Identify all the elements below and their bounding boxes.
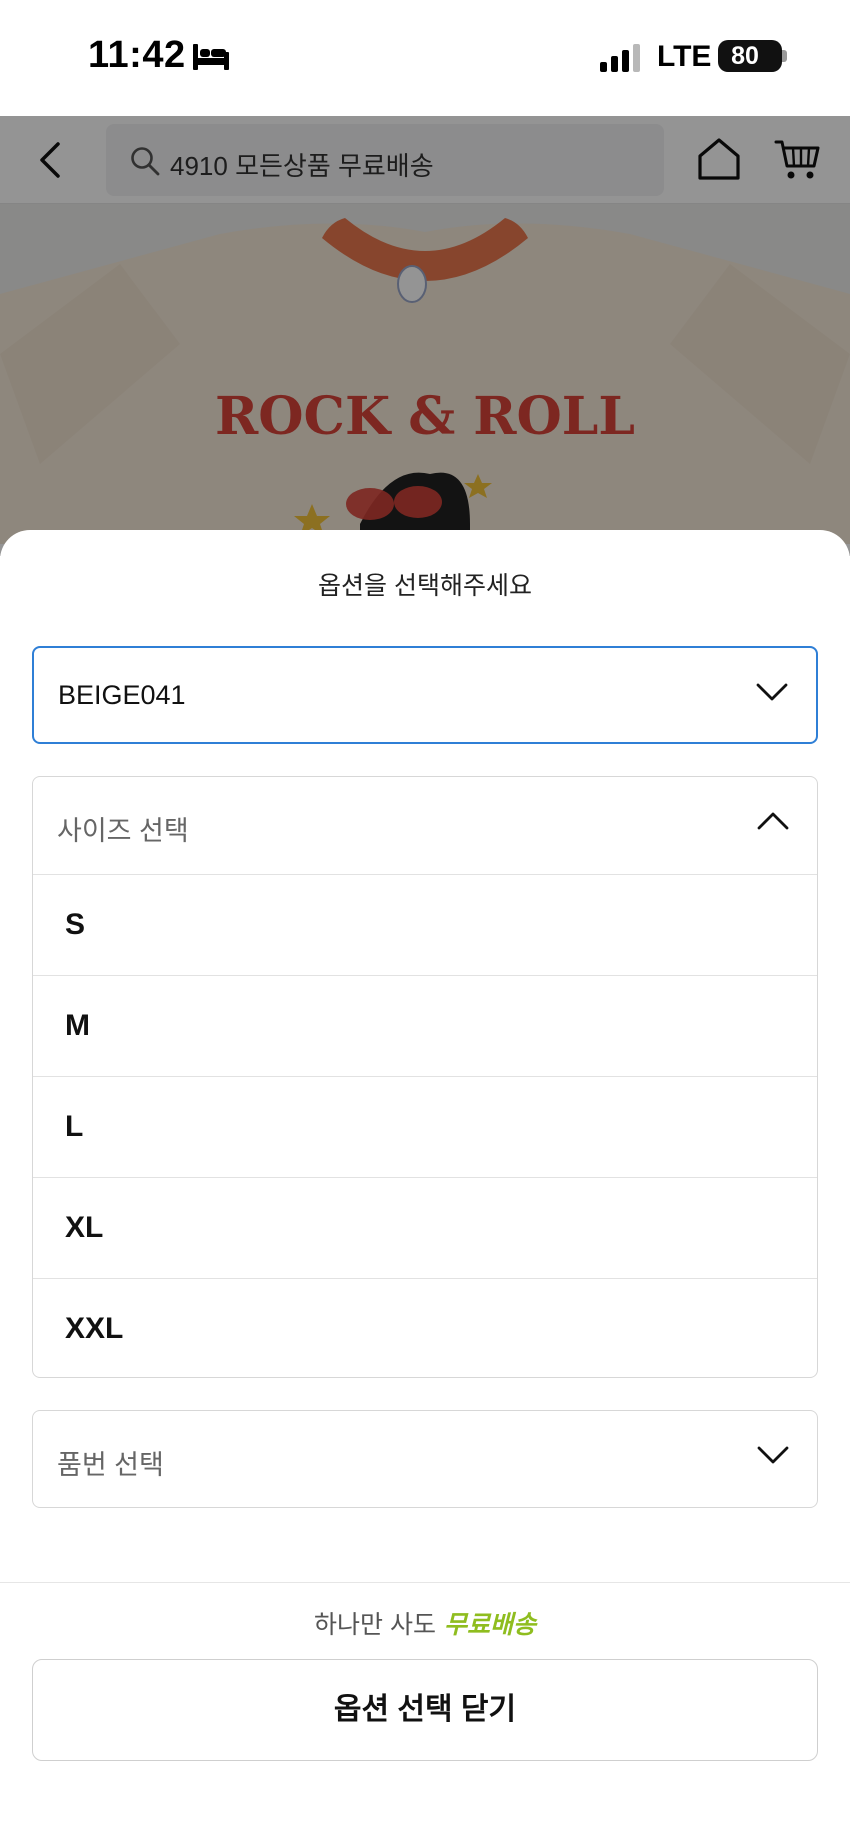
bed-icon <box>193 44 229 70</box>
size-select: 사이즈 선택 S M L XL XXL <box>32 776 818 1378</box>
free-shipping-promo: 하나만 사도 무료배송 <box>0 1605 850 1641</box>
status-bar: 11:42 LTE 80 <box>0 0 850 116</box>
sheet-title: 옵션을 선택해주세요 <box>318 572 532 600</box>
chevron-down-icon <box>757 1446 789 1464</box>
sheet-footer: 하나만 사도 무료배송 옵션 선택 닫기 <box>0 1582 850 1842</box>
item-number-select[interactable]: 품번 선택 <box>32 1410 818 1508</box>
battery-icon: 80 <box>718 40 782 72</box>
size-option-label: M <box>65 1009 90 1042</box>
promo-prefix: 하나만 사도 <box>314 1611 436 1639</box>
battery-tip <box>782 50 787 62</box>
modal-backdrop[interactable] <box>0 116 850 556</box>
size-select-placeholder: 사이즈 선택 <box>57 816 189 846</box>
size-option[interactable]: M <box>33 976 817 1077</box>
size-option-label: XL <box>65 1211 104 1244</box>
close-options-button[interactable]: 옵션 선택 닫기 <box>32 1659 818 1761</box>
size-option-label: XXL <box>65 1312 124 1345</box>
status-time: 11:42 <box>88 34 186 76</box>
color-select-value: BEIGE041 <box>58 680 186 710</box>
battery-level: 80 <box>731 42 759 70</box>
size-option[interactable]: L <box>33 1077 817 1178</box>
size-option[interactable]: XXL <box>33 1279 817 1377</box>
size-option[interactable]: S <box>33 875 817 976</box>
item-number-placeholder: 품번 선택 <box>57 1450 164 1480</box>
promo-highlight: 무료배송 <box>443 1611 536 1639</box>
chevron-down-icon <box>756 683 788 701</box>
chevron-up-icon <box>757 812 789 830</box>
size-option[interactable]: XL <box>33 1178 817 1279</box>
size-option-label: L <box>65 1110 84 1143</box>
signal-icon <box>600 44 640 72</box>
size-select-header[interactable]: 사이즈 선택 <box>33 777 817 875</box>
size-option-label: S <box>65 908 86 941</box>
network-label: LTE <box>657 40 712 73</box>
option-bottom-sheet: 옵션을 선택해주세요 BEIGE041 사이즈 선택 S M L XL XXL <box>0 530 850 1842</box>
color-select[interactable]: BEIGE041 <box>32 646 818 744</box>
